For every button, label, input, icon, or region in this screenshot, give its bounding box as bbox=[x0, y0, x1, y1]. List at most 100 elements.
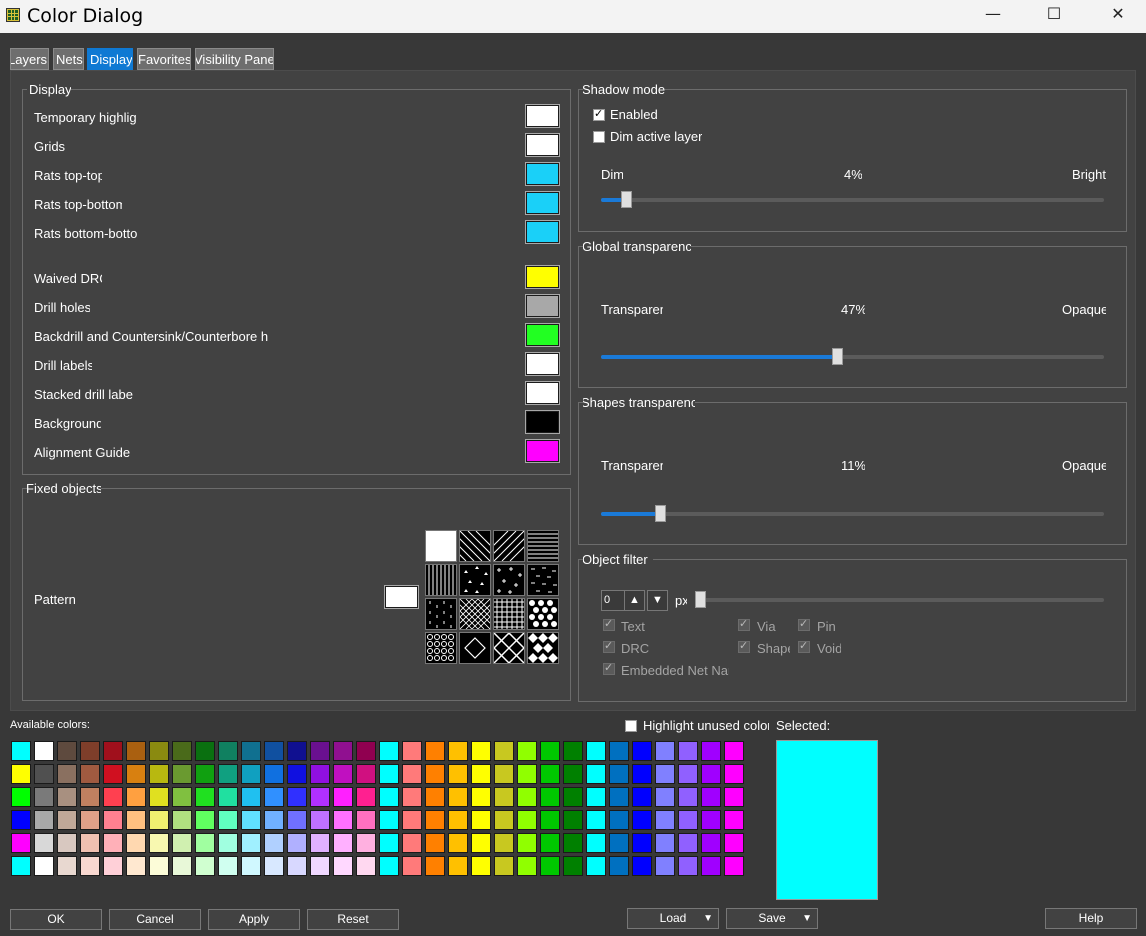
palette-color-cell[interactable] bbox=[57, 833, 77, 853]
palette-color-cell[interactable] bbox=[701, 787, 721, 807]
palette-color-cell[interactable] bbox=[632, 741, 652, 761]
palette-color-cell[interactable] bbox=[241, 856, 261, 876]
spin-down-icon[interactable]: ▼ bbox=[647, 590, 668, 611]
pattern-plus-icon[interactable] bbox=[493, 564, 525, 596]
palette-color-cell[interactable] bbox=[11, 764, 31, 784]
pattern-crosshatch-diag-icon[interactable] bbox=[459, 598, 491, 630]
drc-filter-checkbox[interactable] bbox=[603, 639, 615, 653]
palette-color-cell[interactable] bbox=[333, 764, 353, 784]
palette-color-cell[interactable] bbox=[310, 787, 330, 807]
display-item-color-swatch[interactable] bbox=[525, 220, 560, 244]
palette-color-cell[interactable] bbox=[494, 741, 514, 761]
palette-color-cell[interactable] bbox=[195, 833, 215, 853]
palette-color-cell[interactable] bbox=[356, 833, 376, 853]
palette-color-cell[interactable] bbox=[494, 810, 514, 830]
palette-color-cell[interactable] bbox=[425, 787, 445, 807]
palette-color-cell[interactable] bbox=[195, 810, 215, 830]
palette-color-cell[interactable] bbox=[34, 856, 54, 876]
palette-color-cell[interactable] bbox=[448, 787, 468, 807]
palette-color-cell[interactable] bbox=[448, 833, 468, 853]
palette-color-cell[interactable] bbox=[80, 810, 100, 830]
palette-color-cell[interactable] bbox=[287, 741, 307, 761]
palette-color-cell[interactable] bbox=[126, 741, 146, 761]
pattern-checker-dots-icon[interactable] bbox=[425, 632, 457, 664]
palette-color-cell[interactable] bbox=[724, 856, 744, 876]
palette-color-cell[interactable] bbox=[103, 787, 123, 807]
display-item-color-swatch[interactable] bbox=[525, 265, 560, 289]
palette-color-cell[interactable] bbox=[356, 810, 376, 830]
palette-color-cell[interactable] bbox=[172, 741, 192, 761]
palette-color-cell[interactable] bbox=[402, 787, 422, 807]
apply-button[interactable]: Apply bbox=[208, 909, 300, 930]
shadow-slider[interactable] bbox=[601, 191, 1104, 208]
palette-color-cell[interactable] bbox=[563, 856, 583, 876]
palette-color-cell[interactable] bbox=[678, 833, 698, 853]
ok-button[interactable]: OK bbox=[10, 909, 102, 930]
palette-color-cell[interactable] bbox=[471, 810, 491, 830]
palette-color-cell[interactable] bbox=[586, 764, 606, 784]
palette-color-cell[interactable] bbox=[103, 810, 123, 830]
reset-button[interactable]: Reset bbox=[307, 909, 399, 930]
palette-color-cell[interactable] bbox=[287, 810, 307, 830]
display-item-color-swatch[interactable] bbox=[525, 294, 560, 318]
palette-color-cell[interactable] bbox=[287, 833, 307, 853]
palette-color-cell[interactable] bbox=[609, 833, 629, 853]
help-button[interactable]: Help bbox=[1045, 908, 1137, 929]
tab-layers[interactable]: Layers bbox=[10, 48, 49, 70]
display-item-color-swatch[interactable] bbox=[525, 133, 560, 157]
palette-color-cell[interactable] bbox=[517, 787, 537, 807]
palette-color-cell[interactable] bbox=[563, 833, 583, 853]
palette-color-cell[interactable] bbox=[34, 833, 54, 853]
palette-color-cell[interactable] bbox=[310, 856, 330, 876]
palette-color-cell[interactable] bbox=[34, 810, 54, 830]
palette-color-cell[interactable] bbox=[563, 810, 583, 830]
pattern-diag-fwd-icon[interactable] bbox=[493, 530, 525, 562]
palette-color-cell[interactable] bbox=[149, 764, 169, 784]
palette-color-cell[interactable] bbox=[379, 764, 399, 784]
palette-color-cell[interactable] bbox=[264, 741, 284, 761]
tab-favorites[interactable]: Favorites bbox=[137, 48, 191, 70]
palette-color-cell[interactable] bbox=[80, 833, 100, 853]
palette-color-cell[interactable] bbox=[448, 856, 468, 876]
palette-color-cell[interactable] bbox=[609, 787, 629, 807]
palette-color-cell[interactable] bbox=[356, 856, 376, 876]
pin-filter-checkbox[interactable] bbox=[798, 617, 810, 631]
via-filter-checkbox[interactable] bbox=[738, 617, 750, 631]
palette-color-cell[interactable] bbox=[310, 741, 330, 761]
palette-color-cell[interactable] bbox=[126, 833, 146, 853]
pattern-diag-back-icon[interactable] bbox=[459, 530, 491, 562]
shapes-transparency-handle[interactable] bbox=[655, 505, 666, 522]
palette-color-cell[interactable] bbox=[172, 787, 192, 807]
tab-nets[interactable]: Nets bbox=[53, 48, 84, 70]
spin-up-icon[interactable]: ▲ bbox=[624, 590, 645, 611]
palette-color-cell[interactable] bbox=[34, 764, 54, 784]
palette-color-cell[interactable] bbox=[701, 833, 721, 853]
palette-color-cell[interactable] bbox=[80, 764, 100, 784]
palette-color-cell[interactable] bbox=[172, 856, 192, 876]
palette-color-cell[interactable] bbox=[333, 787, 353, 807]
palette-color-cell[interactable] bbox=[540, 764, 560, 784]
palette-color-cell[interactable] bbox=[80, 787, 100, 807]
palette-color-cell[interactable] bbox=[425, 833, 445, 853]
palette-color-cell[interactable] bbox=[586, 856, 606, 876]
palette-color-cell[interactable] bbox=[241, 787, 261, 807]
palette-color-cell[interactable] bbox=[11, 833, 31, 853]
palette-color-cell[interactable] bbox=[103, 856, 123, 876]
palette-color-cell[interactable] bbox=[264, 787, 284, 807]
palette-color-cell[interactable] bbox=[586, 741, 606, 761]
palette-color-cell[interactable] bbox=[379, 833, 399, 853]
palette-color-cell[interactable] bbox=[517, 833, 537, 853]
palette-color-cell[interactable] bbox=[517, 810, 537, 830]
palette-color-cell[interactable] bbox=[563, 741, 583, 761]
palette-color-cell[interactable] bbox=[632, 856, 652, 876]
display-item-color-swatch[interactable] bbox=[525, 162, 560, 186]
palette-color-cell[interactable] bbox=[264, 833, 284, 853]
palette-color-cell[interactable] bbox=[540, 741, 560, 761]
palette-color-cell[interactable] bbox=[149, 741, 169, 761]
display-item-color-swatch[interactable] bbox=[525, 410, 560, 434]
palette-color-cell[interactable] bbox=[195, 764, 215, 784]
palette-color-cell[interactable] bbox=[310, 764, 330, 784]
palette-color-cell[interactable] bbox=[632, 787, 652, 807]
display-item-color-swatch[interactable] bbox=[525, 104, 560, 128]
palette-color-cell[interactable] bbox=[57, 856, 77, 876]
